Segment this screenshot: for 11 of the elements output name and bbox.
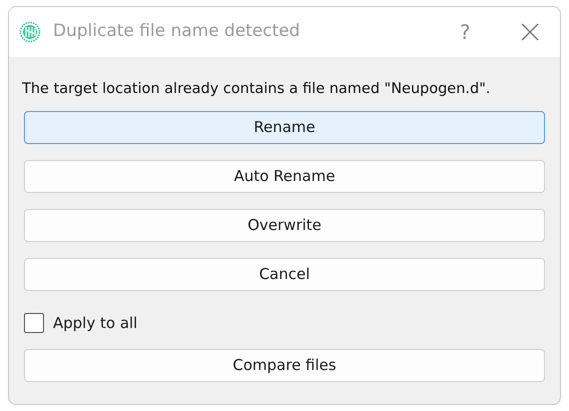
dialog-button[interactable]: Compare files: [24, 348, 545, 382]
dialog-button[interactable]: Auto Rename: [24, 160, 545, 193]
checkbox-label: Apply to all: [53, 312, 138, 334]
window-title: Duplicate file name detected: [53, 20, 301, 44]
close-icon[interactable]: [520, 22, 540, 42]
apply-to-all-checkbox[interactable]: [24, 312, 44, 333]
app-logo-icon: [19, 21, 41, 43]
dialog-button[interactable]: Cancel: [24, 258, 545, 291]
dialog-button[interactable]: Overwrite: [24, 208, 545, 242]
message-text: The target location already contains a file named "Neupogen.d".: [22, 80, 492, 99]
dialog-button[interactable]: Rename: [24, 110, 545, 144]
